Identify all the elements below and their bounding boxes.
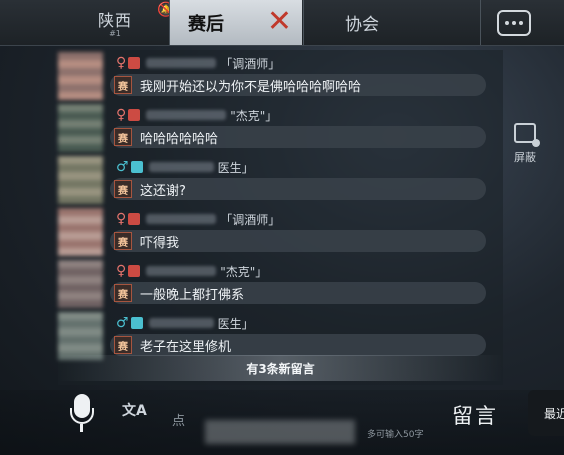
role-icon xyxy=(130,161,143,173)
message-input[interactable]: 点 xyxy=(172,410,185,429)
avatar[interactable] xyxy=(58,52,103,100)
list-item: ♂ 医生」 赛 这还谢? xyxy=(58,154,503,206)
message-text: 哈哈哈哈哈哈 xyxy=(140,131,219,147)
message-bubble: 赛 一般晚上都打佛系 xyxy=(110,282,486,304)
list-item: ♀ 「调酒师」 赛 我刚开始还以为你不是佛哈哈哈啊哈哈 xyxy=(58,50,503,102)
tab-association-label: 协会 xyxy=(345,15,379,35)
role-tag: "杰克"」 xyxy=(220,264,268,279)
role-icon xyxy=(128,213,141,225)
sender-line: ♀ "杰克"」 xyxy=(116,262,267,280)
tab-province-label: 陕西 xyxy=(97,11,132,30)
message-text: 这还谢? xyxy=(140,183,186,199)
blurred-name xyxy=(146,266,217,276)
match-badge: 赛 xyxy=(114,336,132,354)
tab-province-rank: #1 xyxy=(109,29,121,38)
message-bubble: 赛 老子在这里修机 xyxy=(110,334,486,356)
role-icon xyxy=(130,317,143,329)
match-badge: 赛 xyxy=(114,284,132,302)
chat-panel[interactable]: ♀ 「调酒师」 赛 我刚开始还以为你不是佛哈哈哈啊哈哈 ♀ "杰克"」 赛 哈哈… xyxy=(58,50,503,385)
new-messages-notice[interactable]: 有3条新留言 xyxy=(58,355,503,381)
latest-button[interactable]: 最近 xyxy=(528,390,564,436)
blurred-name xyxy=(148,318,214,328)
role-icon xyxy=(128,265,141,277)
message-bubble: 赛 哈哈哈哈哈哈 xyxy=(110,126,486,148)
female-icon: ♀ xyxy=(116,107,127,123)
avatar[interactable] xyxy=(58,208,103,256)
chat-bubble-icon[interactable] xyxy=(497,10,531,36)
sender-line: ♀ 「调酒师」 xyxy=(116,54,280,72)
avatar[interactable] xyxy=(58,312,103,360)
blurred-name xyxy=(146,110,227,120)
message-text: 吓得我 xyxy=(140,235,180,251)
tab-association[interactable]: 协会 xyxy=(322,0,402,45)
message-bubble: 赛 吓得我 xyxy=(110,230,486,252)
sender-line: ♂ 医生」 xyxy=(116,158,254,176)
blurred-name xyxy=(148,162,214,172)
tab-divider xyxy=(480,0,481,45)
top-bar: 陕西 #1 🔕 赛后 ✕ 协会 xyxy=(0,0,564,46)
match-badge: 赛 xyxy=(114,180,132,198)
role-icon xyxy=(128,57,141,69)
message-text: 老子在这里修机 xyxy=(140,339,232,355)
tab-match-label: 赛后 xyxy=(188,13,224,35)
input-limit-hint: 多可输入50字 xyxy=(367,430,424,440)
post-message-button[interactable]: 留言 xyxy=(452,400,498,430)
blurred-input-area xyxy=(205,420,355,444)
female-icon: ♀ xyxy=(116,263,127,279)
message-text: 我刚开始还以为你不是佛哈哈哈啊哈哈 xyxy=(140,79,362,95)
avatar[interactable] xyxy=(58,104,103,152)
role-tag: 「调酒师」 xyxy=(220,56,281,71)
female-icon: ♀ xyxy=(116,55,127,71)
avatar[interactable] xyxy=(58,156,103,204)
list-item: ♀ 「调酒师」 赛 吓得我 xyxy=(58,206,503,258)
sender-line: ♂ 医生」 xyxy=(116,314,254,332)
close-icon[interactable]: ✕ xyxy=(267,5,292,39)
match-badge: 赛 xyxy=(114,128,132,146)
role-icon xyxy=(128,109,141,121)
tab-province[interactable]: 陕西 #1 xyxy=(85,0,145,45)
message-text: 一般晚上都打佛系 xyxy=(140,287,245,303)
match-badge: 赛 xyxy=(114,232,132,250)
message-bubble: 赛 这还谢? xyxy=(110,178,486,200)
role-tag: 医生」 xyxy=(217,160,254,175)
list-item: ♀ "杰克"」 赛 哈哈哈哈哈哈 xyxy=(58,102,503,154)
blurred-name xyxy=(146,214,217,224)
tab-match[interactable]: 赛后 ✕ xyxy=(170,0,302,45)
match-badge: 赛 xyxy=(114,76,132,94)
role-tag: "杰克"」 xyxy=(230,108,278,123)
block-icon xyxy=(514,123,540,147)
avatar[interactable] xyxy=(58,260,103,308)
blurred-name xyxy=(146,58,217,68)
block-button[interactable]: 屏蔽 xyxy=(505,118,545,170)
sender-line: ♀ "杰克"」 xyxy=(116,106,277,124)
role-tag: 「调酒师」 xyxy=(220,212,281,227)
sender-line: ♀ 「调酒师」 xyxy=(116,210,280,228)
message-bubble: 赛 我刚开始还以为你不是佛哈哈哈啊哈哈 xyxy=(110,74,486,96)
male-icon: ♂ xyxy=(116,315,129,331)
microphone-icon[interactable] xyxy=(68,390,96,434)
role-tag: 医生」 xyxy=(217,316,254,331)
block-label: 屏蔽 xyxy=(514,151,536,164)
list-item: ♀ "杰克"」 赛 一般晚上都打佛系 xyxy=(58,258,503,310)
translate-icon[interactable]: 文A xyxy=(122,400,148,426)
male-icon: ♂ xyxy=(116,159,129,175)
female-icon: ♀ xyxy=(116,211,127,227)
tab-divider xyxy=(303,0,304,45)
